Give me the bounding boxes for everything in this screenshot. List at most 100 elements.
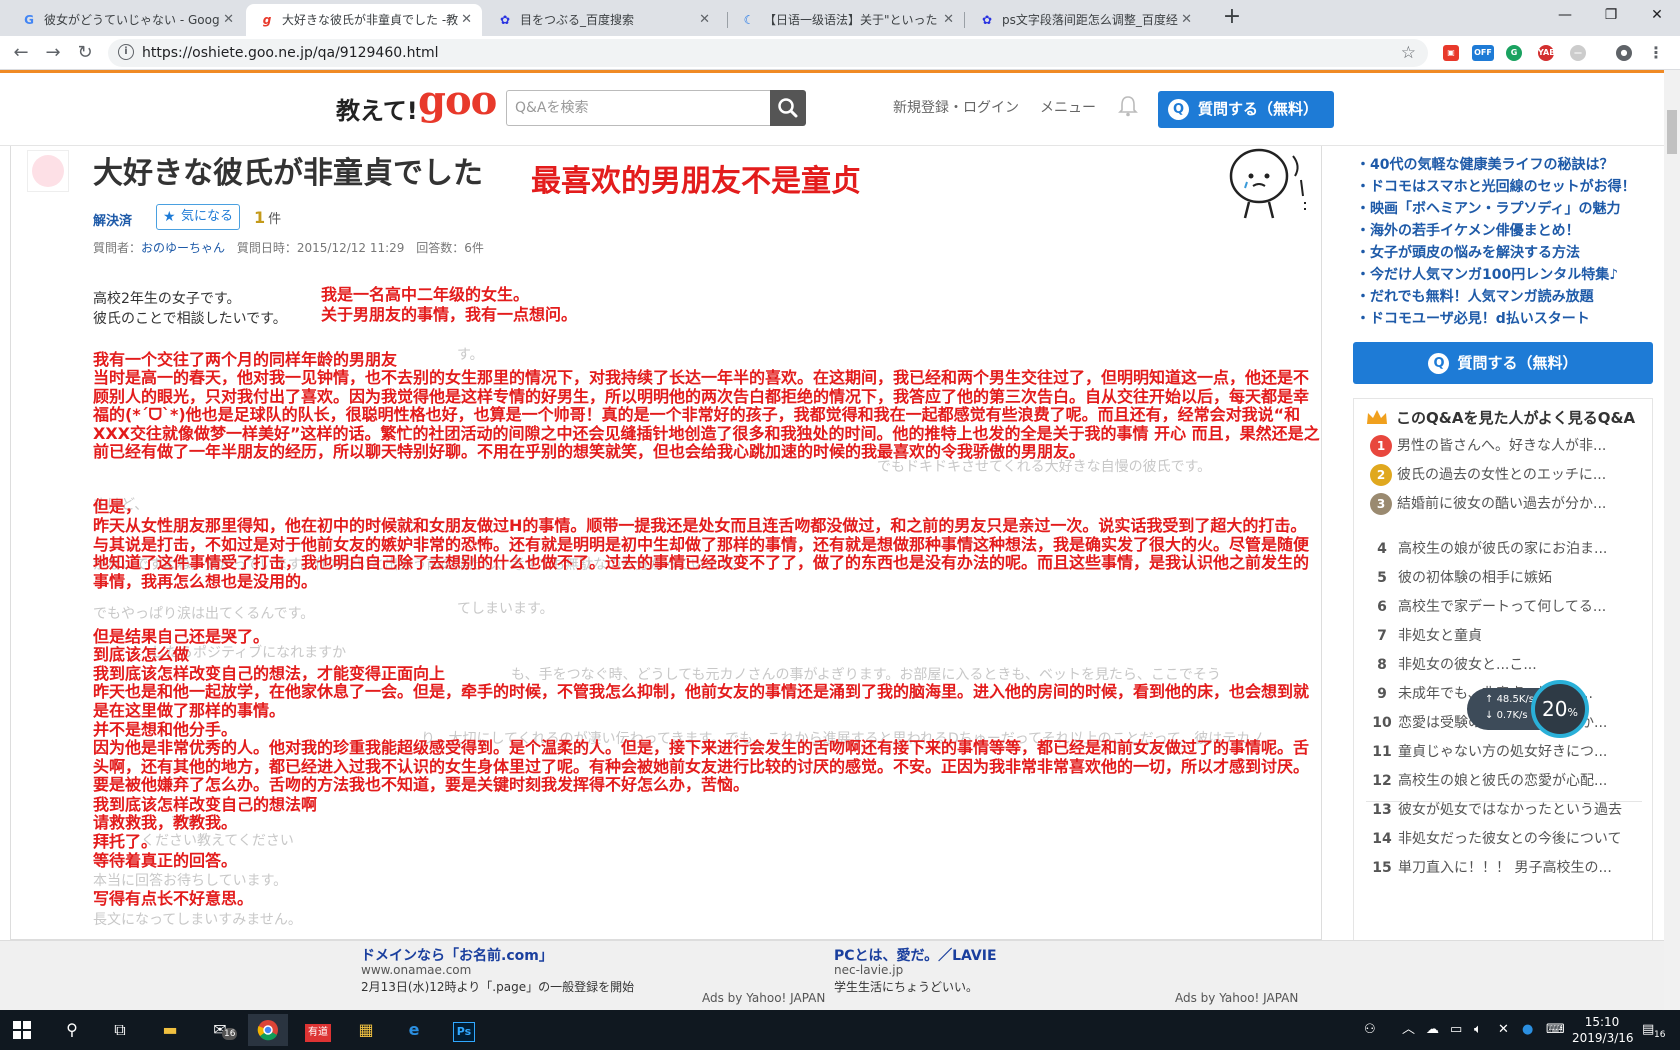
extension-off-icon[interactable]: OFF — [1472, 45, 1494, 61]
network-icon[interactable]: ▭ — [1450, 1010, 1462, 1050]
forward-arrow-icon[interactable]: → — [40, 40, 66, 66]
tray-expand-icon[interactable]: ︿ — [1402, 1010, 1415, 1050]
ranking-item[interactable]: 2 彼氏の過去の女性とのエッチに... — [1366, 464, 1646, 486]
search-icon — [778, 98, 798, 118]
ranking-item-title: 非処女だった彼女との今後について — [1398, 831, 1622, 847]
browser-tab-1[interactable]: G 彼女がどうていじゃない - Goog ✕ — [8, 4, 244, 36]
ranking-item[interactable]: 14 非処女だった彼女との今後について — [1366, 828, 1646, 848]
task-view-icon[interactable]: ⧉ — [100, 1014, 140, 1046]
tab-close-icon[interactable]: ✕ — [699, 4, 710, 36]
logo-oshiete[interactable]: 教えて! — [336, 91, 418, 126]
ad-title-link[interactable]: ドメインなら「お名前.com」 — [361, 945, 553, 965]
address-bar[interactable]: i https://oshiete.goo.ne.jp/qa/9129460.h… — [108, 39, 1428, 67]
network-speed-widget[interactable]: ↑ 48.5K/s ↓ 0.7K/s 20% — [1467, 680, 1589, 738]
sidebar-feature-link[interactable]: ・映画「ボヘミアン・ラプソディ」の魅力 — [1356, 198, 1620, 218]
sidebar-feature-link[interactable]: ・今だけ人気マンガ100円レンタル特集♪ — [1356, 264, 1618, 284]
people-icon[interactable]: ⚇ — [1364, 1010, 1376, 1050]
reload-icon[interactable]: ↻ — [72, 40, 98, 66]
scrollbar-thumb[interactable] — [1667, 110, 1677, 154]
search-button[interactable] — [770, 90, 806, 126]
asker-name-link[interactable]: おのゆーちゃん — [141, 241, 225, 255]
ranking-item[interactable]: 8 非処女の彼女と...こ... — [1366, 654, 1646, 674]
profile-avatar-icon[interactable]: ● — [1616, 45, 1632, 61]
interest-count-unit: 件 — [268, 212, 282, 227]
interest-button[interactable]: ★ 気になる — [156, 204, 240, 230]
ranking-item[interactable]: 6 高校生で家デートって何してる... — [1366, 596, 1646, 616]
ask-question-button[interactable]: Q 質問する（無料） — [1158, 91, 1334, 128]
related-qa-heading: このQ&Aを見た人がよく見るQ&A — [1366, 407, 1635, 428]
browser-tab-3[interactable]: ✿ 目をつぶる_百度搜索 ✕ — [484, 4, 720, 36]
extension-red-icon[interactable]: ▣ — [1443, 45, 1459, 61]
info-icon[interactable]: i — [118, 44, 134, 60]
download-speed-value: 0.7K/s — [1496, 710, 1528, 721]
youdao-icon[interactable]: 有道 — [298, 1014, 338, 1046]
rank-number: 8 — [1377, 657, 1387, 673]
ad-url[interactable]: www.onamae.com — [361, 963, 471, 977]
percent-value: 20 — [1542, 697, 1568, 721]
browser-tab-2[interactable]: g 大好きな彼氏が非童貞でした -教 ✕ — [246, 4, 482, 36]
volume-icon[interactable]: 🔈︎ — [1474, 1010, 1482, 1050]
notification-bell-icon[interactable] — [1118, 95, 1138, 117]
search-icon[interactable]: ⚲ — [52, 1014, 92, 1046]
tray-app-icon[interactable]: ● — [1522, 1010, 1533, 1050]
url-text[interactable]: https://oshiete.goo.ne.jp/qa/9129460.htm… — [142, 39, 439, 67]
ranking-item[interactable]: 4 高校生の娘が彼氏の家にお泊ま... — [1366, 538, 1646, 558]
bookmark-star-icon[interactable]: ☆ — [1401, 39, 1416, 67]
translation-line: 关于男朋友的事情，我有一点想问。 — [321, 305, 578, 324]
sidebar-feature-link[interactable]: ・女子が頭皮の悩みを解決する方法 — [1356, 242, 1580, 262]
tab-close-icon[interactable]: ✕ — [223, 4, 234, 36]
ranking-item[interactable]: 11 童貞じゃない方の処女好きにつ... — [1366, 741, 1646, 761]
store-icon[interactable]: ▦ — [346, 1014, 386, 1046]
notification-center-icon[interactable]: ▤ 16 — [1642, 1010, 1665, 1050]
sidebar-feature-link[interactable]: ・だれでも無料！人気マンガ読み放題 — [1356, 286, 1594, 306]
ranking-item-title: 非処女と童貞 — [1398, 628, 1482, 644]
sidebar-feature-link[interactable]: ・40代の気軽な健康美ライフの秘訣は？ — [1356, 154, 1613, 174]
ranking-item[interactable]: 1 男性の皆さんへ。好きな人が非... — [1366, 435, 1646, 457]
translation-line: 我是一名高中二年级的女生。 — [321, 285, 530, 304]
ranking-item[interactable]: 12 高校生の娘と彼氏の恋愛が心配... — [1366, 770, 1646, 790]
extension-yab-icon[interactable]: YAB — [1538, 45, 1555, 61]
logo-goo[interactable]: goo — [418, 77, 497, 124]
tab-close-icon[interactable]: ✕ — [1181, 4, 1192, 36]
restore-icon[interactable]: ❐ — [1588, 0, 1634, 32]
ads-by-label[interactable]: Ads by Yahoo! JAPAN — [702, 991, 825, 1005]
mail-icon[interactable]: ✉ 16 — [200, 1014, 240, 1046]
menu-dots-icon[interactable]: ⋮ — [1648, 45, 1664, 61]
qa-search-input[interactable]: Q&Aを検索 — [506, 90, 770, 126]
tray-x-icon[interactable]: ✕ — [1498, 1010, 1509, 1050]
ranking-item[interactable]: 7 非処女と童貞 — [1366, 625, 1646, 645]
browser-tab-5[interactable]: ✿ ps文字段落间距怎么调整_百度经 ✕ — [966, 4, 1202, 36]
back-arrow-icon[interactable]: ← — [8, 40, 34, 66]
ad-url[interactable]: nec-lavie.jp — [834, 963, 903, 977]
keyboard-icon[interactable]: ⌨ — [1546, 1010, 1565, 1050]
ads-by-label[interactable]: Ads by Yahoo! JAPAN — [1175, 991, 1298, 1005]
photoshop-icon[interactable]: Ps — [444, 1014, 484, 1046]
browser-tab-4[interactable]: ☾ 【日语一级语法】关于"といった ✕ — [728, 4, 964, 36]
tab-close-icon[interactable]: ✕ — [461, 4, 472, 36]
avatar[interactable] — [27, 150, 69, 192]
extension-grey-icon[interactable]: — — [1570, 45, 1586, 61]
sidebar-feature-link[interactable]: ・ドコモユーザ必見！d払いスタート — [1356, 308, 1590, 328]
tab-close-icon[interactable]: ✕ — [943, 4, 954, 36]
menu-link[interactable]: メニュー — [1040, 97, 1096, 117]
ranking-item[interactable]: 13 彼女が処女ではなかったという過去 — [1366, 799, 1646, 819]
new-tab-plus-icon[interactable]: + — [1218, 4, 1246, 32]
chrome-icon[interactable] — [248, 1014, 288, 1046]
sidebar-feature-link[interactable]: ・海外の若手イケメン俳優まとめ！ — [1356, 220, 1580, 240]
ranking-item[interactable]: 3 結婚前に彼女の酷い過去が分か... — [1366, 493, 1646, 515]
page-scrollbar[interactable] — [1664, 70, 1680, 1010]
ranking-item[interactable]: 5 彼の初体験の相手に嫉妬 — [1366, 567, 1646, 587]
register-login-link[interactable]: 新規登録・ログイン — [893, 97, 1019, 117]
ranking-item[interactable]: 15 単刀直入に！！！ 男子高校生の... — [1366, 857, 1646, 877]
sidebar-feature-link[interactable]: ・ドコモはスマホと光回線のセットがお得！ — [1356, 176, 1636, 196]
ad-title-link[interactable]: PCとは、愛だ。／LAVIE — [834, 945, 997, 965]
minimize-icon[interactable]: — — [1542, 0, 1588, 32]
cloud-icon[interactable]: ☁ — [1426, 1010, 1439, 1050]
extension-grammarly-icon[interactable]: G — [1506, 45, 1522, 61]
file-explorer-icon[interactable]: ▬ — [150, 1014, 190, 1046]
windows-start-icon[interactable] — [2, 1014, 42, 1046]
sidebar-ask-button[interactable]: Q 質問する（無料） — [1353, 342, 1653, 384]
system-clock[interactable]: 15:10 2019/3/16 — [1572, 1014, 1634, 1046]
window-close-icon[interactable]: ✕ — [1634, 0, 1680, 32]
edge-icon[interactable]: e — [394, 1014, 434, 1046]
